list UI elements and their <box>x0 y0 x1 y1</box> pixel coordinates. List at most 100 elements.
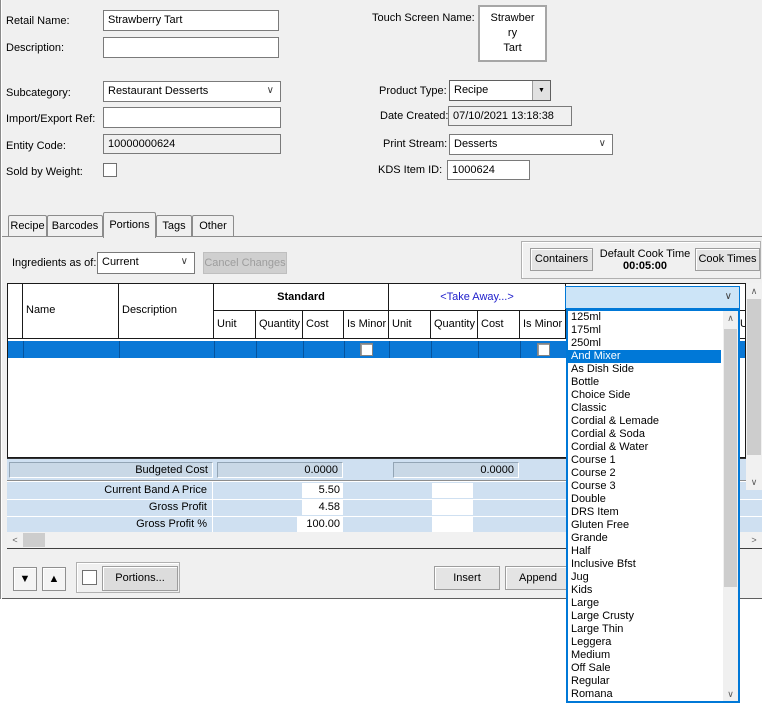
dropdown-item[interactable]: Off Sale <box>568 662 721 675</box>
standard-is-minor-header[interactable]: Is Minor <box>344 311 389 339</box>
move-up-button[interactable]: ▲ <box>42 567 66 591</box>
dropdown-item[interactable]: Cordial & Lemade <box>568 415 721 428</box>
dropdown-item[interactable]: Cordial & Soda <box>568 428 721 441</box>
tab-portions[interactable]: Portions <box>103 212 156 238</box>
standard-is-minor-checkbox[interactable] <box>360 343 373 356</box>
takeaway-is-minor-checkbox[interactable] <box>537 343 550 356</box>
dropdown-item[interactable]: Romana <box>568 688 721 701</box>
band-price-takeaway[interactable] <box>432 483 473 498</box>
portion-type-items: 125ml175ml250mlAnd MixerAs Dish SideBott… <box>568 311 721 701</box>
dropdown-item[interactable]: DRS Item <box>568 506 721 519</box>
chevron-down-icon: ∨ <box>181 256 188 267</box>
take-away-group-header[interactable]: <Take Away...> <box>389 284 566 311</box>
dropdown-scroll-thumb[interactable] <box>724 329 737 587</box>
dropdown-item[interactable]: Large <box>568 597 721 610</box>
standard-group-header[interactable]: Standard <box>214 284 389 311</box>
dropdown-item[interactable]: Leggera <box>568 636 721 649</box>
band-price-standard[interactable]: 5.50 <box>302 483 343 498</box>
scroll-up-icon[interactable]: ∧ <box>746 284 762 298</box>
takeaway-unit-header[interactable]: Unit <box>389 311 431 339</box>
dropdown-item[interactable]: 175ml <box>568 324 721 337</box>
default-cook-time-label: Default Cook Time <box>597 248 693 260</box>
dropdown-item[interactable]: As Dish Side <box>568 363 721 376</box>
move-down-button[interactable]: ▼ <box>13 567 37 591</box>
gross-profit-pct-takeaway[interactable] <box>432 517 473 532</box>
dropdown-item[interactable]: And Mixer <box>568 350 721 363</box>
portion-type-combobox[interactable]: ∨ <box>565 286 740 309</box>
dropdown-item[interactable]: Course 1 <box>568 454 721 467</box>
retail-name-input[interactable]: Strawberry Tart <box>103 10 279 31</box>
standard-cost-header[interactable]: Cost <box>303 311 344 339</box>
date-created-label: Date Created: <box>380 110 448 122</box>
budgeted-cost-label: Budgeted Cost <box>9 462 213 478</box>
cook-times-button[interactable]: Cook Times <box>695 248 760 271</box>
dropdown-item[interactable]: Gluten Free <box>568 519 721 532</box>
takeaway-cost-header[interactable]: Cost <box>478 311 520 339</box>
ingredients-as-of-value: Current <box>102 256 139 268</box>
gross-profit-pct-standard[interactable]: 100.00 <box>297 517 343 532</box>
dropdown-item[interactable]: Inclusive Bfst <box>568 558 721 571</box>
dropdown-item[interactable]: Regular <box>568 675 721 688</box>
description-input[interactable] <box>103 37 279 58</box>
scroll-down-icon[interactable]: ∨ <box>723 687 738 701</box>
dropdown-scrollbar[interactable]: ∧ ∨ <box>723 311 738 701</box>
tab-other[interactable]: Other <box>192 215 234 237</box>
combo-arrow-icon[interactable]: ▼ <box>532 81 550 100</box>
dropdown-item[interactable]: Grande <box>568 532 721 545</box>
scroll-up-icon[interactable]: ∧ <box>723 311 738 325</box>
dropdown-item[interactable]: Course 2 <box>568 467 721 480</box>
containers-button[interactable]: Containers <box>530 248 593 271</box>
append-button[interactable]: Append <box>505 566 571 590</box>
portions-checkbox[interactable] <box>82 570 97 585</box>
dropdown-item[interactable]: Course 3 <box>568 480 721 493</box>
grid-vertical-scrollbar[interactable]: ∧ ∨ <box>746 283 762 490</box>
dropdown-item[interactable]: Classic <box>568 402 721 415</box>
row-separator <box>303 341 304 358</box>
subcategory-select[interactable]: Restaurant Desserts ∨ <box>103 81 281 102</box>
dropdown-item[interactable]: Jug <box>568 571 721 584</box>
horizontal-scroll-thumb[interactable] <box>23 533 45 547</box>
scroll-right-icon[interactable]: > <box>746 533 762 547</box>
ingredients-as-of-label: Ingredients as of: <box>12 257 96 269</box>
print-stream-select[interactable]: Desserts ∨ <box>449 134 613 155</box>
name-column-header[interactable]: Name <box>23 284 119 339</box>
tab-tags[interactable]: Tags <box>156 215 192 237</box>
dropdown-item[interactable]: Medium <box>568 649 721 662</box>
portions-button[interactable]: Portions... <box>102 566 178 591</box>
vertical-scroll-thumb[interactable] <box>747 299 761 455</box>
product-type-select[interactable]: Recipe ▼ <box>449 80 551 101</box>
dropdown-item[interactable]: Kids <box>568 584 721 597</box>
dropdown-item[interactable]: Large Crusty <box>568 610 721 623</box>
tab-recipe[interactable]: Recipe <box>8 215 47 237</box>
scroll-down-icon[interactable]: ∨ <box>746 475 762 489</box>
scroll-left-icon[interactable]: < <box>7 533 23 547</box>
standard-unit-header[interactable]: Unit <box>214 311 256 339</box>
touch-screen-line: Strawber <box>480 11 545 26</box>
import-export-input[interactable] <box>103 107 281 128</box>
chevron-down-icon: ∨ <box>267 85 274 96</box>
dropdown-item[interactable]: Half <box>568 545 721 558</box>
dropdown-item[interactable]: Choice Side <box>568 389 721 402</box>
insert-button[interactable]: Insert <box>434 566 500 590</box>
gross-profit-standard[interactable]: 4.58 <box>302 500 343 515</box>
kds-item-id-input[interactable]: 1000624 <box>447 160 530 180</box>
touch-screen-name-box[interactable]: Strawber ry Tart <box>478 5 547 62</box>
default-cook-time-value: 00:05:00 <box>597 260 693 272</box>
takeaway-is-minor-header[interactable]: Is Minor <box>520 311 566 339</box>
standard-quantity-header[interactable]: Quantity <box>256 311 303 339</box>
dropdown-item[interactable]: 125ml <box>568 311 721 324</box>
dropdown-item[interactable]: 250ml <box>568 337 721 350</box>
dropdown-item[interactable]: Double <box>568 493 721 506</box>
description-column-header[interactable]: Description <box>119 284 214 339</box>
tab-barcodes[interactable]: Barcodes <box>47 215 103 237</box>
sold-by-weight-checkbox[interactable] <box>103 163 117 177</box>
dropdown-item[interactable]: Bottle <box>568 376 721 389</box>
dropdown-item[interactable]: Cordial & Water <box>568 441 721 454</box>
portion-type-list[interactable]: 125ml175ml250mlAnd MixerAs Dish SideBott… <box>566 309 740 703</box>
dropdown-item[interactable]: Large Thin <box>568 623 721 636</box>
takeaway-quantity-header[interactable]: Quantity <box>431 311 478 339</box>
touch-screen-line: ry <box>480 26 545 41</box>
sold-by-weight-label: Sold by Weight: <box>6 166 83 178</box>
gross-profit-takeaway[interactable] <box>432 500 473 515</box>
ingredients-as-of-select[interactable]: Current ∨ <box>97 252 195 274</box>
